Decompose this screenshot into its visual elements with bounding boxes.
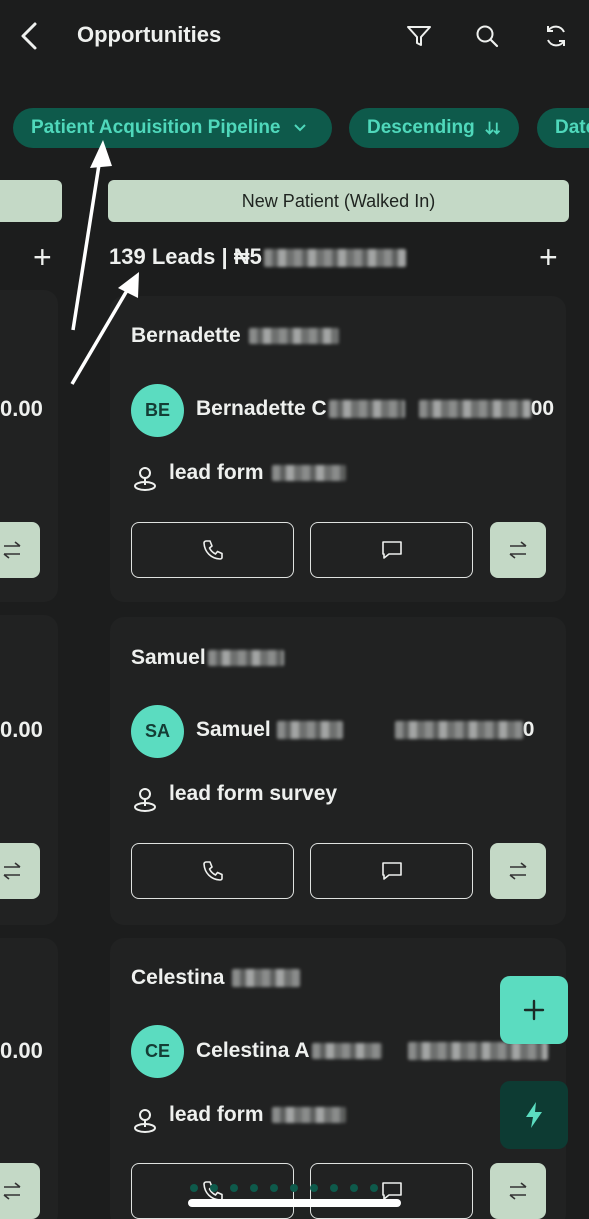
- swap-arrows-icon: [3, 862, 21, 880]
- previous-stage-header[interactable]: [0, 180, 62, 222]
- chat-icon: [381, 862, 402, 880]
- location-pin-icon: [134, 1109, 156, 1133]
- add-opportunity-prev-stage-button[interactable]: +: [33, 241, 52, 273]
- redacted-text: [418, 400, 531, 419]
- move-stage-button[interactable]: [490, 522, 546, 578]
- avatar: CE: [131, 1025, 184, 1078]
- prev-card-amount: 0.00: [0, 717, 43, 742]
- sort-order-label: Descending: [367, 117, 475, 138]
- add-opportunity-button[interactable]: +: [539, 241, 558, 273]
- move-stage-button[interactable]: [490, 843, 546, 899]
- search-button[interactable]: [470, 19, 504, 53]
- sort-descending-icon: [484, 121, 500, 135]
- stage-header[interactable]: New Patient (Walked In): [108, 180, 569, 222]
- location-pin-icon: [134, 467, 156, 491]
- avatar: SA: [131, 705, 184, 758]
- redacted-text: [271, 1107, 346, 1124]
- contact-name[interactable]: Bernadette C 00: [196, 397, 554, 421]
- chat-icon: [381, 541, 402, 559]
- lightning-icon: [526, 1102, 542, 1128]
- redacted-text: [328, 400, 405, 419]
- refresh-icon: [547, 25, 565, 47]
- redacted-text: [311, 1043, 382, 1060]
- stage-name: New Patient (Walked In): [241, 190, 436, 211]
- message-button[interactable]: [310, 522, 473, 578]
- avatar: BE: [131, 384, 184, 437]
- redacted-text: [407, 1042, 548, 1061]
- opportunity-title: Samuel: [131, 646, 284, 670]
- prev-card-amount: 0.00: [0, 396, 43, 421]
- redacted-text: [248, 328, 339, 345]
- annotation-arrow-icon: [71, 140, 112, 331]
- lead-source: lead form survey: [169, 782, 338, 805]
- swap-arrows-icon: [3, 1182, 21, 1200]
- swap-arrows-icon: [509, 862, 527, 880]
- page-indicator: [190, 1184, 378, 1192]
- redacted-text: [271, 465, 346, 482]
- stage-summary: 139 Leads | ₦5: [109, 244, 406, 270]
- call-button[interactable]: [131, 522, 294, 578]
- prev-card-move-button[interactable]: [0, 1163, 40, 1219]
- search-icon: [476, 25, 499, 48]
- prev-card-move-button[interactable]: [0, 843, 40, 899]
- home-indicator[interactable]: [188, 1199, 401, 1207]
- filter-button[interactable]: [402, 19, 436, 53]
- opportunity-title: Bernadette: [131, 324, 339, 348]
- phone-icon: [202, 540, 223, 560]
- prev-card-amount: 0.00: [0, 1038, 43, 1063]
- opportunity-title: Celestina: [131, 966, 301, 990]
- swap-arrows-icon: [509, 541, 527, 559]
- redacted-text: [207, 650, 284, 667]
- pipeline-label: Patient Acquisition Pipeline: [31, 117, 281, 138]
- lead-source: lead form: [169, 1103, 346, 1127]
- leads-count: 139 Leads | ₦5: [109, 244, 262, 269]
- phone-icon: [202, 861, 223, 881]
- sort-order-selector[interactable]: Descending: [349, 108, 519, 148]
- redacted-text: [232, 969, 301, 988]
- move-stage-button[interactable]: [490, 1163, 546, 1219]
- prev-card-move-button[interactable]: [0, 522, 40, 578]
- call-button[interactable]: [131, 843, 294, 899]
- pipeline-selector[interactable]: Patient Acquisition Pipeline: [13, 108, 332, 148]
- page-title: Opportunities: [77, 22, 222, 47]
- back-button[interactable]: [14, 18, 44, 54]
- contact-name[interactable]: Samuel 0: [196, 718, 534, 742]
- location-pin-icon: [134, 788, 156, 812]
- sort-field-label: Date: [555, 117, 589, 138]
- refresh-button[interactable]: [539, 19, 573, 53]
- message-button[interactable]: [310, 843, 473, 899]
- quick-actions-fab-button[interactable]: [500, 1081, 568, 1149]
- add-fab-button[interactable]: [500, 976, 568, 1044]
- app-header: Opportunities: [0, 0, 589, 72]
- redacted-text: [394, 721, 523, 740]
- redacted-text: [276, 721, 343, 740]
- redacted-amount: [263, 249, 406, 268]
- chevron-down-icon: [293, 124, 306, 132]
- contact-name[interactable]: Celestina A: [196, 1039, 548, 1063]
- swap-arrows-icon: [3, 541, 21, 559]
- filter-icon: [407, 26, 431, 46]
- swap-arrows-icon: [509, 1182, 527, 1200]
- sort-field-selector[interactable]: Date: [537, 108, 589, 148]
- back-icon: [21, 22, 37, 50]
- lead-source: lead form: [169, 461, 346, 485]
- plus-icon: [523, 999, 545, 1021]
